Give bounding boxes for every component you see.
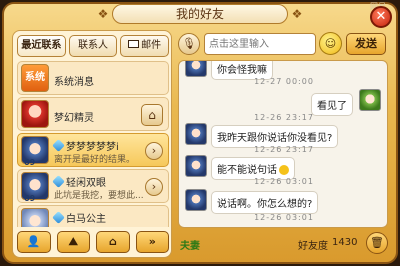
title-ornament-right: ❖ xyxy=(291,7,303,21)
message-timestamp: 12-26 03:01 xyxy=(254,213,314,222)
level-badge: 69 xyxy=(24,194,36,203)
contact-row-system[interactable]: 系统 系统消息 xyxy=(17,61,169,95)
contact-row-sprite[interactable]: 梦幻精灵 ⌂ xyxy=(17,97,169,131)
voice-button[interactable]: 🎙 xyxy=(178,33,200,55)
contact-name: 系统消息 xyxy=(54,77,94,88)
title-ornament-left: ❖ xyxy=(97,7,109,21)
smiley-icon: ☺ xyxy=(324,37,337,50)
emoji-button[interactable]: ☺ xyxy=(319,32,342,55)
contact-name: 梦幻精灵 xyxy=(54,113,94,124)
contact-name: 轻闲双眼 xyxy=(52,174,106,189)
level-badge: 69 xyxy=(24,158,36,167)
chat-footer: 夫妻 好友度 1430 🗑 xyxy=(178,232,388,256)
close-button[interactable]: ✕ xyxy=(370,6,392,28)
self-avatar xyxy=(359,89,381,111)
gem-icon xyxy=(52,211,65,224)
system-avatar: 系统 xyxy=(21,64,49,92)
contact-signature: 离开是最好的结果。 xyxy=(54,155,136,165)
tab-contacts[interactable]: 联系人 xyxy=(68,35,118,57)
message-timestamp: 12-26 23:17 xyxy=(254,145,314,154)
contact-row[interactable]: 69 轻闲双眼 此坑是我挖，要想此... › xyxy=(17,169,169,203)
add-friend-button[interactable]: 👤 xyxy=(17,231,51,253)
message-input[interactable] xyxy=(204,33,316,55)
group-icon: ⛰ xyxy=(68,235,78,248)
house-icon: ⌂ xyxy=(108,235,117,248)
tab-mail[interactable]: 邮件 xyxy=(120,35,170,57)
home-button[interactable]: ⌂ xyxy=(141,104,163,126)
contact-name: 白马公主 xyxy=(52,210,106,225)
contact-list: 系统 系统消息 梦幻精灵 ⌂ 69 梦梦梦梦梦i 离开是最好的结果。 › 69 … xyxy=(17,61,169,227)
more-button[interactable]: » xyxy=(135,231,169,253)
avatar xyxy=(21,208,49,227)
gem-icon xyxy=(52,175,65,188)
contacts-toolbar: 👤 ⛰ ⌂ » xyxy=(17,231,169,255)
relation-label: 夫妻 xyxy=(180,241,200,252)
smiley-emoji-icon xyxy=(279,165,289,175)
message-text: 能不能说句话 xyxy=(217,165,277,176)
sender-avatar xyxy=(185,155,207,177)
sender-avatar xyxy=(185,189,207,211)
tab-recent[interactable]: 最近联系 xyxy=(17,35,66,57)
contact-name: 梦梦梦梦梦i xyxy=(52,138,119,153)
team-button[interactable]: ⛰ xyxy=(56,231,90,253)
home-toolbar-button[interactable]: ⌂ xyxy=(96,231,130,253)
chat-history[interactable]: 你会怪我嘛 12-27 00:00 看见了 12-26 23:17 我昨天跟你说… xyxy=(178,60,388,228)
home-icon: ⌂ xyxy=(148,108,156,122)
message-bubble: 说话啊。你怎么想的? xyxy=(211,191,319,214)
contact-signature: 此坑是我挖，要想此... xyxy=(54,191,144,201)
sender-avatar xyxy=(185,61,207,77)
friendship-value: 1430 xyxy=(332,237,358,248)
friendship-label: 好友度 xyxy=(298,241,328,252)
contact-row[interactable]: 白马公主 xyxy=(17,205,169,227)
chevron-right-icon: › xyxy=(151,180,157,193)
window-title: 我的好友 xyxy=(112,4,288,24)
message-timestamp: 12-26 03:01 xyxy=(254,177,314,186)
input-row: 🎙 ☺ 发送 xyxy=(178,32,388,58)
tab-bar: 最近联系 联系人 邮件 xyxy=(17,35,170,57)
microphone-icon: 🎙 xyxy=(182,37,196,50)
trash-icon: 🗑 xyxy=(370,236,384,249)
gem-icon xyxy=(52,139,65,152)
chevron-right-icon: › xyxy=(151,144,157,157)
open-chat-button[interactable]: › xyxy=(145,178,163,196)
message-timestamp: 12-27 00:00 xyxy=(254,77,314,86)
send-button[interactable]: 发送 xyxy=(346,33,386,55)
close-icon: ✕ xyxy=(375,9,387,24)
double-chevron-icon: » xyxy=(148,235,156,248)
delete-history-button[interactable]: 🗑 xyxy=(366,232,388,254)
tab-mail-label: 邮件 xyxy=(141,40,162,51)
contact-name-text: 白马公主 xyxy=(66,214,106,225)
contact-row-selected[interactable]: 69 梦梦梦梦梦i 离开是最好的结果。 › xyxy=(17,133,169,167)
open-chat-button[interactable]: › xyxy=(145,142,163,160)
contacts-panel: 最近联系 联系人 邮件 系统 系统消息 梦幻精灵 ⌂ 69 梦梦梦梦梦i 离开是… xyxy=(12,30,172,258)
mail-icon xyxy=(128,40,140,48)
message-timestamp: 12-26 23:17 xyxy=(254,113,314,122)
avatar xyxy=(21,100,49,128)
sender-avatar xyxy=(185,123,207,145)
person-icon: 👤 xyxy=(26,235,41,248)
